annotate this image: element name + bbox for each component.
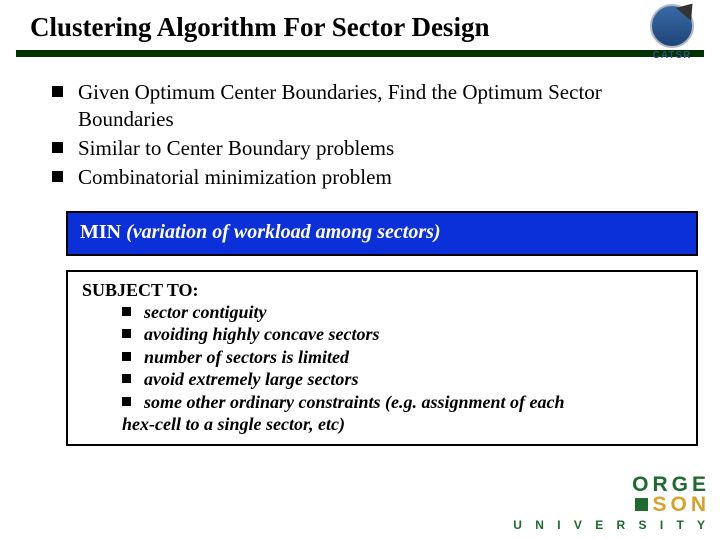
box-area: MIN (variation of workload among sectors… [66,211,698,446]
logo-text: CATSR [642,50,702,61]
constraints-box: SUBJECT TO: sector contiguity avoiding h… [66,270,698,446]
university-line3: U N I V E R S I T Y [513,518,710,532]
constraint-item: some other ordinary constraints (e.g. as… [122,391,682,414]
content-area: Given Optimum Center Boundaries, Find th… [0,57,720,191]
university-line1: ORGE [513,475,710,495]
bullet-item: Similar to Center Boundary problems [52,135,680,162]
bullet-item: Combinatorial minimization problem [52,164,680,191]
min-label: MIN [80,221,121,243]
title-area: Clustering Algorithm For Sector Design [0,0,720,49]
catsr-logo: CATSR [642,4,702,60]
globe-icon [650,4,694,48]
subject-heading: SUBJECT TO: [82,280,682,301]
constraint-item: avoiding highly concave sectors [122,323,682,346]
constraint-tail: hex-cell to a single sector, etc) [82,413,682,436]
constraint-item: avoid extremely large sectors [122,368,682,391]
title-underline [16,49,704,57]
square-icon [635,498,648,511]
arrow-icon [676,0,700,21]
constraint-list: sector contiguity avoiding highly concav… [82,301,682,414]
min-description: (variation of workload among sectors) [121,221,440,243]
objective-box: MIN (variation of workload among sectors… [66,211,698,256]
university-line2: SON [652,493,710,516]
constraint-item: sector contiguity [122,301,682,324]
bullet-item: Given Optimum Center Boundaries, Find th… [52,79,680,133]
main-bullets: Given Optimum Center Boundaries, Find th… [52,79,680,191]
university-logo: ORGE SON U N I V E R S I T Y [513,475,710,532]
constraint-item: number of sectors is limited [122,346,682,369]
slide-title: Clustering Algorithm For Sector Design [30,12,720,43]
